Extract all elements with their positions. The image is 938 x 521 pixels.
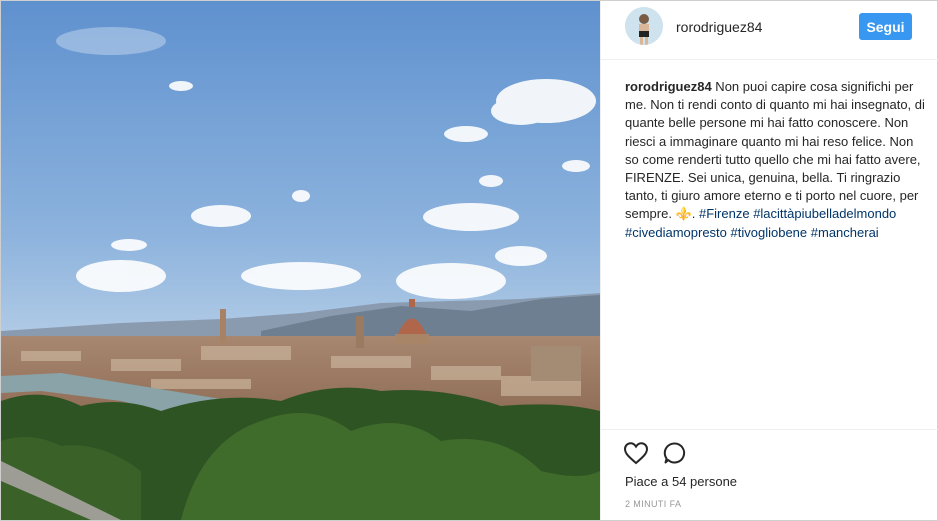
follow-button[interactable]: Segui — [859, 13, 912, 40]
florence-panorama-image — [1, 1, 600, 520]
comment-icon[interactable] — [663, 441, 687, 465]
likes-count[interactable]: Piace a 54 persone — [625, 474, 737, 489]
post-photo[interactable] — [1, 1, 600, 520]
user-avatar-image — [625, 7, 663, 45]
username-link[interactable]: rorodriguez84 — [676, 19, 762, 35]
post-caption: rorodriguez84 Non puoi capire cosa signi… — [625, 78, 925, 242]
instagram-post-card: rorodriguez84 Segui rorodriguez84 Non pu… — [0, 0, 938, 521]
post-header: rorodriguez84 Segui — [601, 1, 938, 60]
post-actions: Piace a 54 persone 2 MINUTI FA — [601, 429, 938, 521]
hashtag-link[interactable]: #lacittàpiubelladelmondo — [753, 206, 896, 221]
heart-icon[interactable] — [623, 441, 649, 465]
caption-text: Non puoi capire cosa significhi per me. … — [625, 79, 925, 222]
hashtag-link[interactable]: #civediamopresto — [625, 225, 727, 240]
caption-author-link[interactable]: rorodriguez84 — [625, 79, 712, 94]
avatar[interactable] — [625, 7, 663, 45]
hashtag-link[interactable]: #tivogliobene — [731, 225, 808, 240]
hashtag-link[interactable]: #mancherai — [811, 225, 879, 240]
post-sidebar: rorodriguez84 Segui rorodriguez84 Non pu… — [600, 1, 938, 520]
post-timestamp[interactable]: 2 MINUTI FA — [625, 499, 681, 509]
hashtag-link[interactable]: #Firenze — [699, 206, 750, 221]
